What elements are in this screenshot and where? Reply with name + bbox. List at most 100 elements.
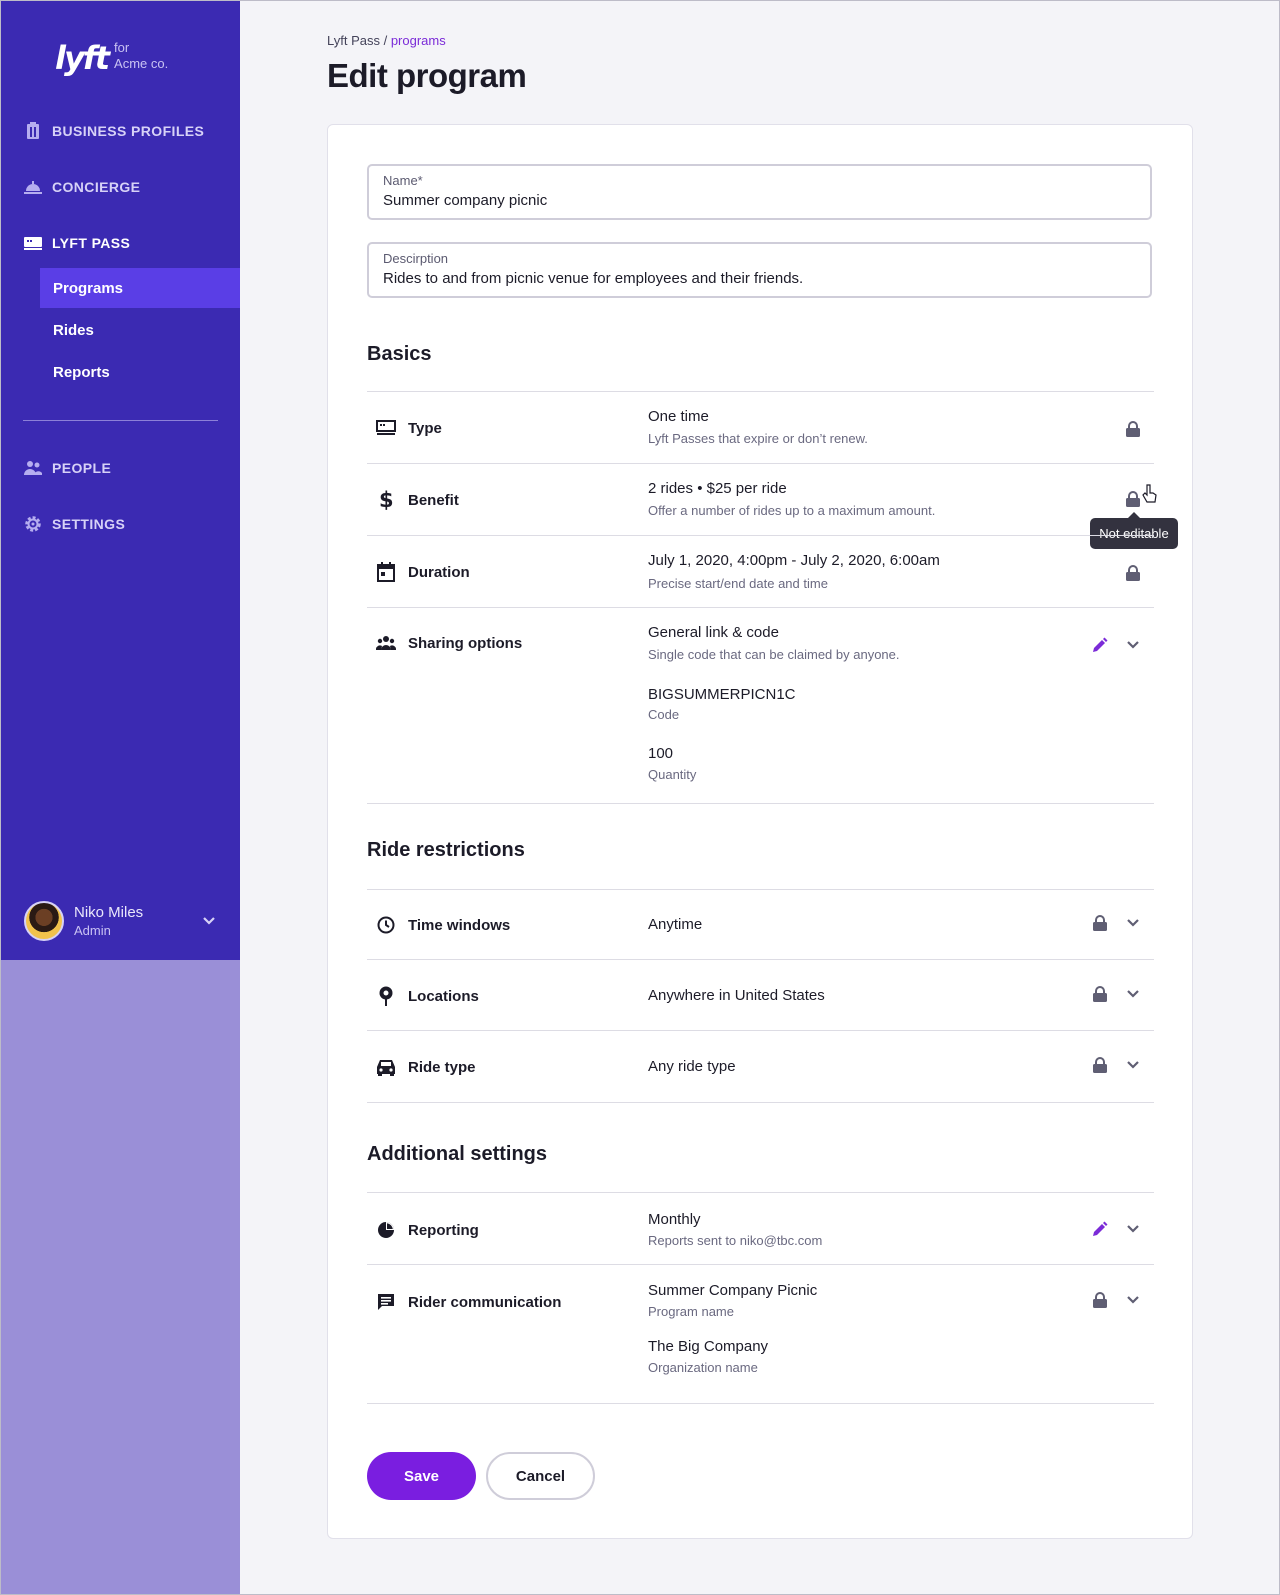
svg-text:$: $ — [379, 489, 393, 511]
duration-description: Precise start/end date and time — [648, 576, 828, 591]
divider — [367, 1030, 1154, 1031]
car-icon — [376, 1057, 396, 1077]
briefcase-icon — [24, 122, 42, 140]
lock-icon[interactable] — [1090, 984, 1110, 1004]
pointer-cursor-icon — [1142, 484, 1158, 509]
name-field[interactable]: Name* Summer company picnic — [367, 164, 1152, 220]
page-title: Edit program — [327, 57, 527, 94]
program-name-value: Summer Company Picnic — [648, 1282, 818, 1299]
divider — [367, 535, 1154, 536]
divider — [367, 889, 1154, 890]
organization-name-label: Organization name — [648, 1360, 758, 1375]
ride-type-value: Any ride type — [648, 1058, 736, 1075]
basics-heading: Basics — [367, 343, 432, 365]
chevron-down-icon[interactable] — [1123, 984, 1143, 1004]
nav-concierge[interactable]: CONCIERGE — [24, 175, 140, 199]
lock-icon[interactable] — [1123, 419, 1143, 439]
brand-org-name: Acme co. — [114, 56, 169, 71]
divider — [367, 391, 1154, 392]
quantity-value: 100 — [648, 745, 674, 762]
pencil-icon[interactable] — [1090, 635, 1110, 655]
brand[interactable]: lyft for Acme co. — [55, 40, 168, 76]
user-role: Admin — [74, 922, 111, 938]
lock-icon[interactable] — [1123, 563, 1143, 583]
divider — [367, 1403, 1154, 1404]
locations-row-label: Locations — [376, 985, 479, 1007]
nav-business-profiles[interactable]: BUSINESS PROFILES — [24, 119, 204, 143]
message-icon — [376, 1292, 396, 1312]
sidebar-item-rides-label: Rides — [53, 321, 94, 339]
type-description: Lyft Passes that expire or don’t renew. — [648, 431, 868, 446]
benefit-description: Offer a number of rides up to a maximum … — [648, 503, 936, 518]
lock-icon[interactable] — [1090, 913, 1110, 933]
share-code-value: BIGSUMMERPICN1C — [648, 686, 796, 703]
brand-for-label: for — [114, 40, 130, 55]
type-row-label: Type — [376, 417, 442, 439]
type-value: One time — [648, 408, 709, 425]
lyft-logo: lyft — [55, 39, 110, 77]
cancel-button[interactable]: Cancel — [486, 1452, 595, 1500]
nav-settings-label: SETTINGS — [52, 516, 126, 532]
bell-icon — [24, 178, 42, 196]
ticket-icon — [376, 418, 396, 438]
chevron-down-icon[interactable] — [1123, 1055, 1143, 1075]
time-windows-row-label: Time windows — [376, 914, 510, 936]
duration-value: July 1, 2020, 4:00pm - July 2, 2020, 6:0… — [648, 552, 940, 569]
rider-communication-row-label: Rider communication — [376, 1291, 561, 1313]
breadcrumb-separator: / — [379, 33, 391, 48]
nav-concierge-label: CONCIERGE — [52, 179, 141, 195]
edit-program-card: Name* Summer company picnic Descirption … — [327, 124, 1193, 1539]
nav-settings[interactable]: SETTINGS — [24, 512, 125, 536]
time-windows-value: Anytime — [648, 916, 703, 933]
avatar — [24, 901, 64, 941]
sharing-value: General link & code — [648, 624, 779, 641]
divider — [367, 1264, 1154, 1265]
nav-lyft-pass-label: LYFT PASS — [52, 235, 131, 251]
save-button[interactable]: Save — [367, 1452, 476, 1500]
ride-restrictions-heading: Ride restrictions — [367, 839, 525, 861]
lock-icon[interactable] — [1123, 489, 1143, 509]
user-menu[interactable]: Niko Miles Admin — [24, 901, 219, 941]
chevron-down-icon[interactable] — [1123, 1219, 1143, 1239]
description-input[interactable]: Rides to and from picnic venue for emplo… — [383, 269, 1136, 289]
divider — [367, 463, 1154, 464]
chevron-down-icon[interactable] — [203, 912, 215, 930]
chevron-down-icon[interactable] — [1123, 635, 1143, 655]
lock-icon[interactable] — [1090, 1055, 1110, 1075]
benefit-value: 2 rides • $25 per ride — [648, 480, 787, 497]
divider — [367, 803, 1154, 804]
sidebar-item-rides[interactable]: Rides — [40, 310, 240, 350]
benefit-row-label: $ Benefit — [376, 489, 459, 511]
breadcrumb-current[interactable]: programs — [391, 33, 446, 48]
sidebar-item-reports[interactable]: Reports — [40, 352, 240, 392]
ride-type-row-label: Ride type — [376, 1056, 476, 1078]
locations-value: Anywhere in United States — [648, 987, 825, 1004]
sidebar-panel: lyft for Acme co. BUSINESS PROFILES CONC… — [0, 0, 240, 960]
share-code-label: Code — [648, 707, 680, 722]
chevron-down-icon[interactable] — [1123, 913, 1143, 933]
pencil-icon[interactable] — [1090, 1219, 1110, 1239]
clock-icon — [376, 915, 396, 935]
nav-people[interactable]: PEOPLE — [24, 456, 111, 480]
sidebar-item-programs[interactable]: Programs — [40, 268, 240, 308]
sidebar-divider — [23, 420, 218, 421]
name-input[interactable]: Summer company picnic — [383, 191, 1136, 211]
quantity-label: Quantity — [648, 767, 697, 782]
lock-icon[interactable] — [1090, 1290, 1110, 1310]
people-icon — [24, 459, 42, 477]
pie-chart-icon — [376, 1220, 396, 1240]
divider — [367, 959, 1154, 960]
breadcrumb-root[interactable]: Lyft Pass — [327, 33, 380, 48]
description-field[interactable]: Descirption Rides to and from picnic ven… — [367, 242, 1152, 298]
nav-lyft-pass[interactable]: LYFT PASS — [24, 231, 130, 255]
reporting-row-label: Reporting — [376, 1219, 479, 1241]
chevron-down-icon[interactable] — [1123, 1290, 1143, 1310]
divider — [367, 607, 1154, 608]
sidebar-item-reports-label: Reports — [53, 363, 110, 381]
group-icon — [376, 633, 396, 653]
breadcrumb: Lyft Pass / programs — [327, 33, 446, 48]
program-name-label: Program name — [648, 1304, 734, 1319]
sidebar: lyft for Acme co. BUSINESS PROFILES CONC… — [0, 0, 240, 1595]
reporting-value: Monthly — [648, 1211, 701, 1228]
divider — [367, 1102, 1154, 1103]
